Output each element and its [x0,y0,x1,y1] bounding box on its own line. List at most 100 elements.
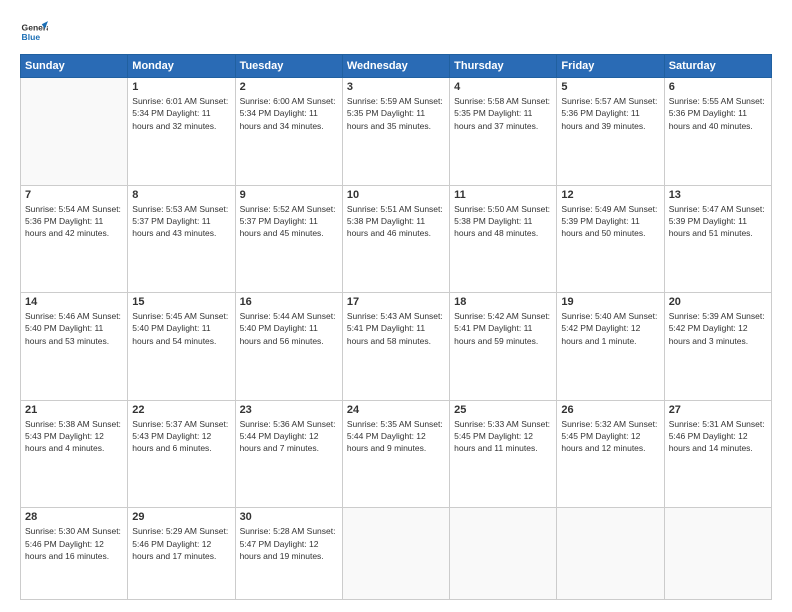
day-number: 16 [240,296,338,308]
day-info: Sunrise: 5:55 AM Sunset: 5:36 PM Dayligh… [669,95,767,132]
calendar-cell: 18 Sunrise: 5:42 AM Sunset: 5:41 PM Dayli… [450,293,557,401]
calendar-cell: 17 Sunrise: 5:43 AM Sunset: 5:41 PM Dayli… [342,293,449,401]
day-header-monday: Monday [128,55,235,78]
calendar-cell: 12Sunrise: 5:49 AM Sunset: 5:39 PM Dayli… [557,185,664,293]
day-info: Sunrise: 5:32 AM Sunset: 5:45 PM Dayligh… [561,418,659,455]
calendar-cell: 2 Sunrise: 6:00 AM Sunset: 5:34 PM Daylig… [235,78,342,186]
day-number: 21 [25,404,123,416]
calendar-cell: 14Sunrise: 5:46 AM Sunset: 5:40 PM Dayli… [21,293,128,401]
calendar-cell: 7 Sunrise: 5:54 AM Sunset: 5:36 PM Daylig… [21,185,128,293]
calendar-cell: 25Sunrise: 5:33 AM Sunset: 5:45 PM Dayli… [450,400,557,508]
day-number: 2 [240,81,338,93]
calendar-cell: 24Sunrise: 5:35 AM Sunset: 5:44 PM Dayli… [342,400,449,508]
day-number: 20 [669,296,767,308]
calendar-cell: 9 Sunrise: 5:52 AM Sunset: 5:37 PM Daylig… [235,185,342,293]
day-info: Sunrise: 5:30 AM Sunset: 5:46 PM Dayligh… [25,525,123,562]
day-info: Sunrise: 5:29 AM Sunset: 5:46 PM Dayligh… [132,525,230,562]
day-info: Sunrise: 5:28 AM Sunset: 5:47 PM Dayligh… [240,525,338,562]
calendar-cell [664,508,771,600]
day-number: 29 [132,511,230,523]
day-number: 27 [669,404,767,416]
svg-text:Blue: Blue [22,32,41,42]
day-number: 18 [454,296,552,308]
day-number: 3 [347,81,445,93]
calendar-cell: 22 Sunrise: 5:37 AM Sunset: 5:43 PM Dayli… [128,400,235,508]
calendar-cell: 30 Sunrise: 5:28 AM Sunset: 5:47 PM Dayli… [235,508,342,600]
day-info: Sunrise: 5:35 AM Sunset: 5:44 PM Dayligh… [347,418,445,455]
calendar-cell: 21 Sunrise: 5:38 AM Sunset: 5:43 PM Dayli… [21,400,128,508]
day-info: Sunrise: 5:51 AM Sunset: 5:38 PM Dayligh… [347,203,445,240]
calendar-cell: 13 Sunrise: 5:47 AM Sunset: 5:39 PM Dayli… [664,185,771,293]
day-number: 26 [561,404,659,416]
day-info: Sunrise: 5:42 AM Sunset: 5:41 PM Dayligh… [454,310,552,347]
day-number: 14 [25,296,123,308]
day-number: 19 [561,296,659,308]
calendar-week-row: 14Sunrise: 5:46 AM Sunset: 5:40 PM Dayli… [21,293,772,401]
day-info: Sunrise: 5:38 AM Sunset: 5:43 PM Dayligh… [25,418,123,455]
day-info: Sunrise: 5:36 AM Sunset: 5:44 PM Dayligh… [240,418,338,455]
logo: General Blue [20,18,48,46]
calendar-cell: 26 Sunrise: 5:32 AM Sunset: 5:45 PM Dayli… [557,400,664,508]
day-header-thursday: Thursday [450,55,557,78]
day-header-tuesday: Tuesday [235,55,342,78]
calendar-cell: 5 Sunrise: 5:57 AM Sunset: 5:36 PM Daylig… [557,78,664,186]
day-info: Sunrise: 6:01 AM Sunset: 5:34 PM Dayligh… [132,95,230,132]
calendar-cell: 3 Sunrise: 5:59 AM Sunset: 5:35 PM Daylig… [342,78,449,186]
calendar-cell: 15 Sunrise: 5:45 AM Sunset: 5:40 PM Dayli… [128,293,235,401]
day-info: Sunrise: 5:57 AM Sunset: 5:36 PM Dayligh… [561,95,659,132]
day-header-sunday: Sunday [21,55,128,78]
calendar-cell: 11 Sunrise: 5:50 AM Sunset: 5:38 PM Dayli… [450,185,557,293]
calendar-cell: 10 Sunrise: 5:51 AM Sunset: 5:38 PM Dayli… [342,185,449,293]
day-number: 13 [669,189,767,201]
day-info: Sunrise: 5:43 AM Sunset: 5:41 PM Dayligh… [347,310,445,347]
logo-icon: General Blue [20,18,48,46]
calendar-table: SundayMondayTuesdayWednesdayThursdayFrid… [20,54,772,600]
calendar-cell: 6Sunrise: 5:55 AM Sunset: 5:36 PM Daylig… [664,78,771,186]
day-number: 30 [240,511,338,523]
calendar-cell: 29 Sunrise: 5:29 AM Sunset: 5:46 PM Dayli… [128,508,235,600]
day-header-friday: Friday [557,55,664,78]
calendar-cell [557,508,664,600]
calendar-cell: 16Sunrise: 5:44 AM Sunset: 5:40 PM Dayli… [235,293,342,401]
calendar-cell: 28 Sunrise: 5:30 AM Sunset: 5:46 PM Dayli… [21,508,128,600]
calendar-cell: 19Sunrise: 5:40 AM Sunset: 5:42 PM Dayli… [557,293,664,401]
calendar-week-row: 28 Sunrise: 5:30 AM Sunset: 5:46 PM Dayli… [21,508,772,600]
day-number: 23 [240,404,338,416]
calendar-cell: 27Sunrise: 5:31 AM Sunset: 5:46 PM Dayli… [664,400,771,508]
day-number: 22 [132,404,230,416]
day-number: 5 [561,81,659,93]
header: General Blue [20,18,772,46]
calendar-week-row: 21 Sunrise: 5:38 AM Sunset: 5:43 PM Dayli… [21,400,772,508]
day-number: 10 [347,189,445,201]
day-info: Sunrise: 5:50 AM Sunset: 5:38 PM Dayligh… [454,203,552,240]
day-info: Sunrise: 5:49 AM Sunset: 5:39 PM Dayligh… [561,203,659,240]
calendar-cell [342,508,449,600]
day-header-wednesday: Wednesday [342,55,449,78]
day-info: Sunrise: 5:45 AM Sunset: 5:40 PM Dayligh… [132,310,230,347]
calendar-cell: 23 Sunrise: 5:36 AM Sunset: 5:44 PM Dayli… [235,400,342,508]
day-number: 15 [132,296,230,308]
day-info: Sunrise: 5:47 AM Sunset: 5:39 PM Dayligh… [669,203,767,240]
calendar-header-row: SundayMondayTuesdayWednesdayThursdayFrid… [21,55,772,78]
calendar-cell [450,508,557,600]
calendar-cell: 4Sunrise: 5:58 AM Sunset: 5:35 PM Daylig… [450,78,557,186]
calendar-cell: 8 Sunrise: 5:53 AM Sunset: 5:37 PM Daylig… [128,185,235,293]
day-info: Sunrise: 5:59 AM Sunset: 5:35 PM Dayligh… [347,95,445,132]
calendar-week-row: 1 Sunrise: 6:01 AM Sunset: 5:34 PM Daylig… [21,78,772,186]
day-info: Sunrise: 5:53 AM Sunset: 5:37 PM Dayligh… [132,203,230,240]
day-info: Sunrise: 5:52 AM Sunset: 5:37 PM Dayligh… [240,203,338,240]
day-number: 9 [240,189,338,201]
day-header-saturday: Saturday [664,55,771,78]
day-info: Sunrise: 5:37 AM Sunset: 5:43 PM Dayligh… [132,418,230,455]
day-number: 7 [25,189,123,201]
calendar-cell: 1 Sunrise: 6:01 AM Sunset: 5:34 PM Daylig… [128,78,235,186]
day-info: Sunrise: 6:00 AM Sunset: 5:34 PM Dayligh… [240,95,338,132]
day-number: 11 [454,189,552,201]
day-number: 4 [454,81,552,93]
day-number: 17 [347,296,445,308]
day-number: 8 [132,189,230,201]
day-info: Sunrise: 5:54 AM Sunset: 5:36 PM Dayligh… [25,203,123,240]
day-number: 28 [25,511,123,523]
day-info: Sunrise: 5:39 AM Sunset: 5:42 PM Dayligh… [669,310,767,347]
day-number: 1 [132,81,230,93]
